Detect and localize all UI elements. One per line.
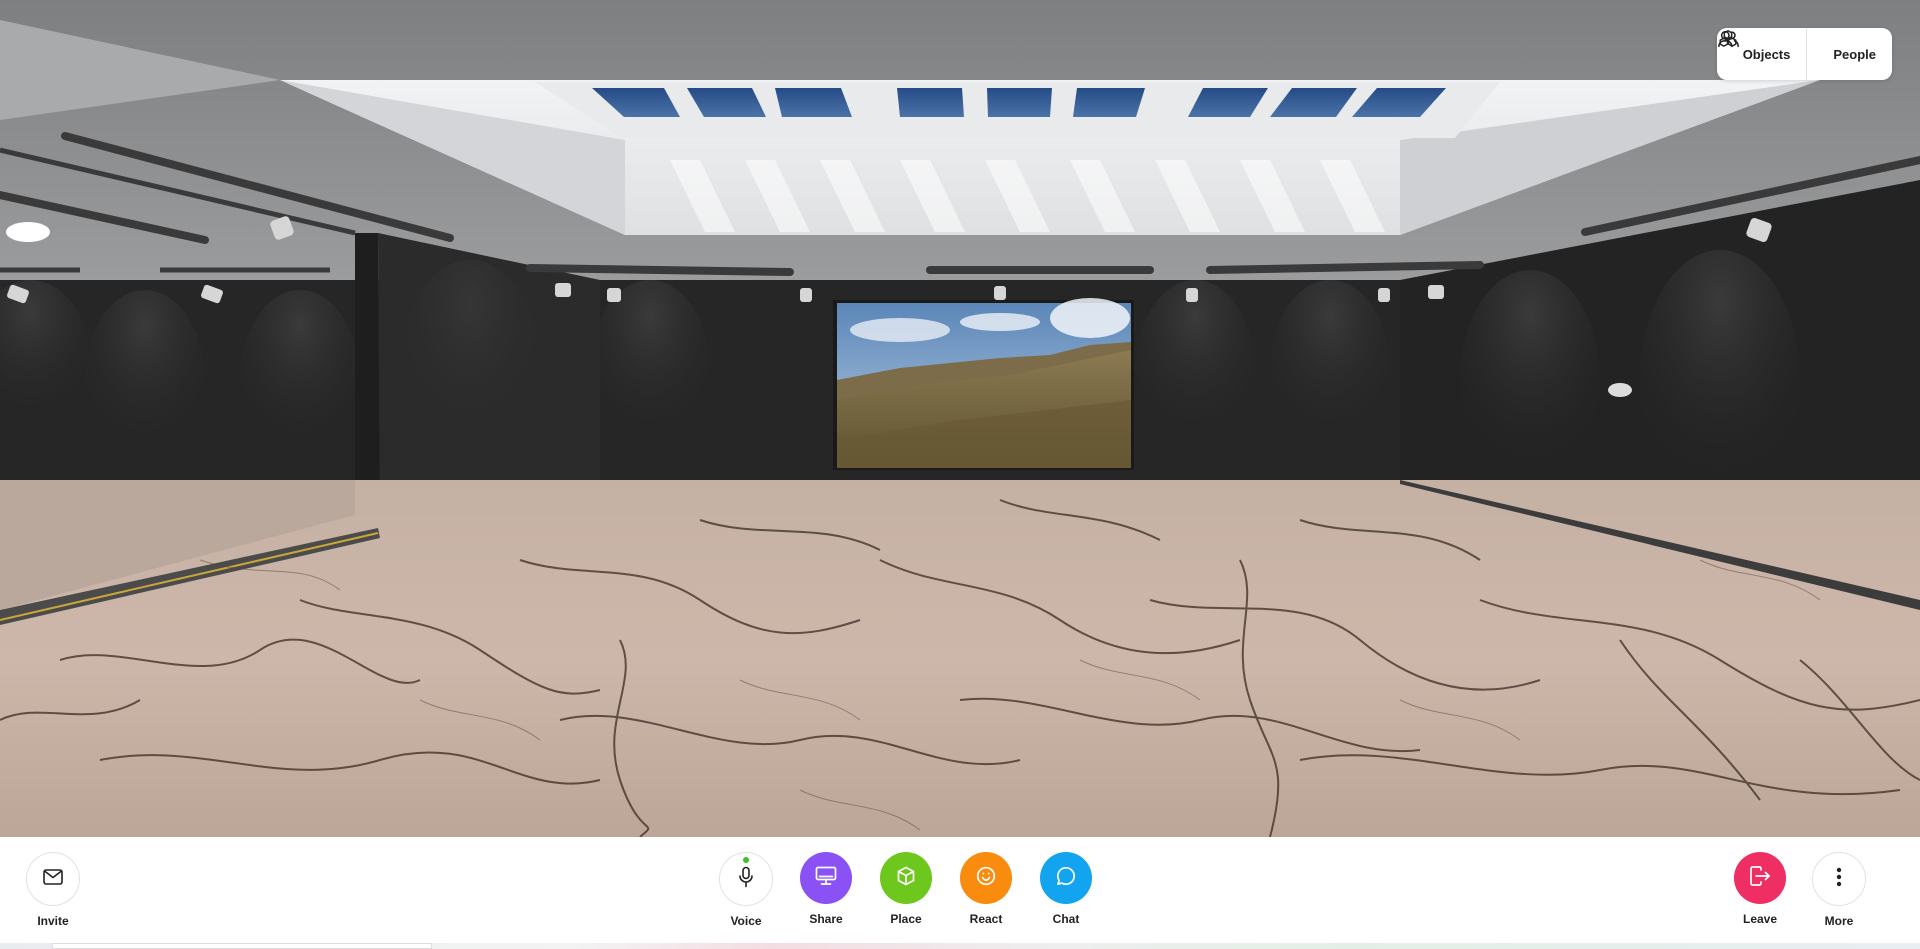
invite-button[interactable] bbox=[26, 852, 80, 906]
people-button[interactable]: People bbox=[1717, 28, 1892, 80]
more-dots-icon bbox=[1836, 867, 1842, 892]
bottom-toolbar: Invite Voice Share Place React Chat Leav… bbox=[0, 837, 1920, 949]
react-tool: React bbox=[954, 852, 1018, 926]
place-button[interactable] bbox=[880, 852, 932, 904]
share-tool: Share bbox=[794, 852, 858, 926]
objects-label: Objects bbox=[1742, 46, 1791, 62]
mail-icon bbox=[43, 868, 63, 891]
voice-tool: Voice bbox=[714, 852, 778, 928]
react-button[interactable] bbox=[960, 852, 1012, 904]
invite-tool: Invite bbox=[21, 852, 85, 928]
people-label: People bbox=[1833, 46, 1876, 62]
chat-bubble-icon bbox=[1056, 866, 1076, 891]
invite-label: Invite bbox=[37, 914, 69, 928]
leave-button[interactable] bbox=[1734, 852, 1786, 904]
share-button[interactable] bbox=[800, 852, 852, 904]
leave-label: Leave bbox=[1742, 912, 1778, 926]
gallery-scene bbox=[0, 0, 1920, 837]
chat-tool: Chat bbox=[1034, 852, 1098, 926]
microphone-icon bbox=[738, 866, 754, 893]
place-label: Place bbox=[890, 912, 922, 926]
react-label: React bbox=[969, 912, 1003, 926]
cube-icon bbox=[896, 866, 916, 891]
voice-button[interactable] bbox=[719, 852, 773, 906]
top-right-panel: Objects People bbox=[1716, 28, 1892, 80]
share-label: Share bbox=[809, 912, 843, 926]
3d-viewport[interactable]: Objects People bbox=[0, 0, 1920, 837]
more-label: More bbox=[1824, 914, 1854, 928]
exit-icon bbox=[1749, 865, 1771, 891]
more-button[interactable] bbox=[1812, 852, 1866, 906]
place-tool: Place bbox=[874, 852, 938, 926]
chat-label: Chat bbox=[1052, 912, 1080, 926]
artwork-landscape bbox=[833, 298, 1134, 470]
voice-label: Voice bbox=[730, 914, 762, 928]
monitor-icon bbox=[815, 866, 837, 891]
leave-tool: Leave bbox=[1728, 852, 1792, 926]
chat-button[interactable] bbox=[1040, 852, 1092, 904]
smiley-icon bbox=[976, 866, 996, 891]
more-tool: More bbox=[1807, 852, 1871, 928]
voice-indicator-dot bbox=[743, 857, 749, 863]
bottom-edge-box bbox=[52, 943, 432, 949]
